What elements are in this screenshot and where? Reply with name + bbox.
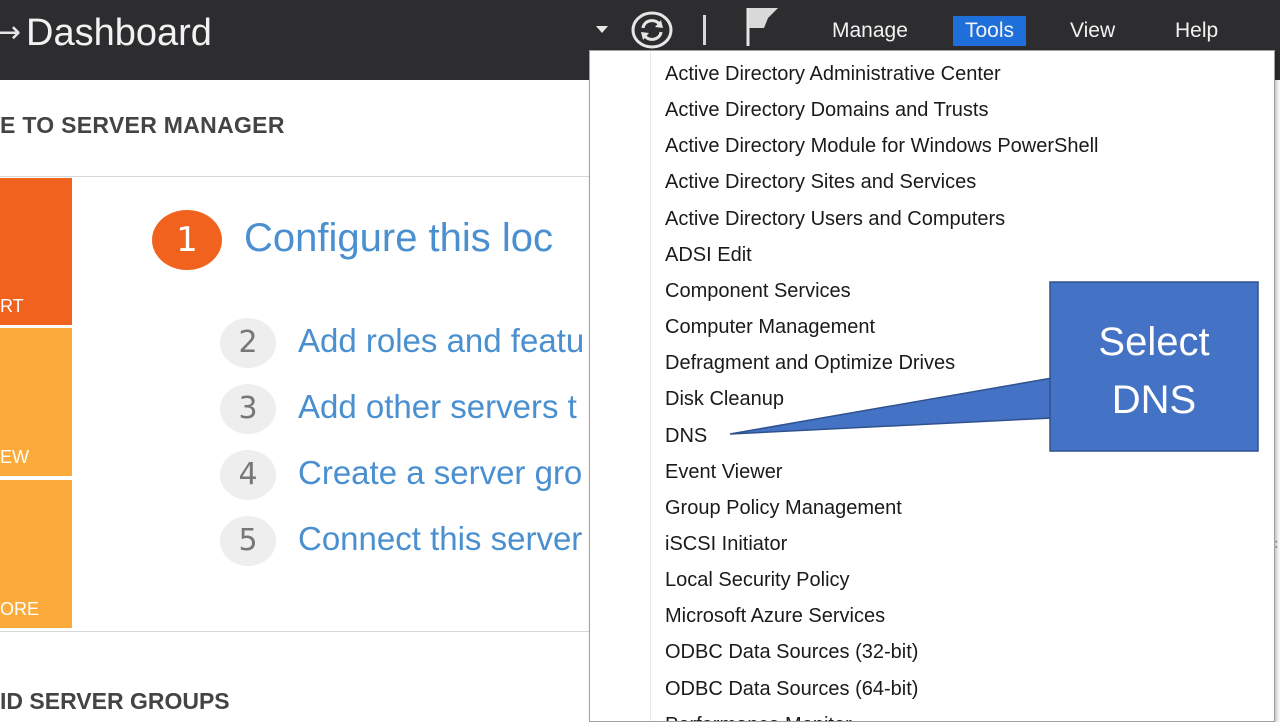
page-title: Dashboard (26, 12, 212, 54)
tools-menu-item[interactable]: ODBC Data Sources (64-bit) (665, 672, 918, 706)
step-link-add-servers[interactable]: Add other servers t (298, 388, 577, 426)
scroll-edge-mark: : (1274, 536, 1279, 552)
callout-text: Select DNS (1050, 313, 1258, 429)
menu-help[interactable]: Help (1163, 16, 1230, 46)
tools-menu-item[interactable]: Component Services (665, 274, 851, 308)
tile-quick-start[interactable]: RT (0, 178, 72, 325)
tools-menu-item[interactable]: Disk Cleanup (665, 382, 784, 416)
tools-menu-item[interactable]: iSCSI Initiator (665, 527, 787, 561)
step-number-1: 1 (152, 210, 222, 270)
tools-menu-item[interactable]: Group Policy Management (665, 491, 902, 525)
tools-menu-item[interactable]: Local Security Policy (665, 563, 850, 597)
tools-menu-item[interactable]: Microsoft Azure Services (665, 599, 885, 633)
tools-menu-item[interactable]: Defragment and Optimize Drives (665, 346, 955, 380)
welcome-heading: E TO SERVER MANAGER (0, 112, 285, 138)
callout-line-1: Select (1098, 320, 1210, 364)
step-link-create-group[interactable]: Create a server gro (298, 454, 582, 492)
menu-manage[interactable]: Manage (820, 16, 920, 46)
menu-view[interactable]: View (1058, 16, 1127, 46)
step-number-3: 3 (220, 384, 276, 434)
tile-label: RT (0, 296, 24, 316)
tools-menu-item[interactable]: Active Directory Users and Computers (665, 202, 1005, 236)
tools-menu-item[interactable]: Active Directory Module for Windows Powe… (665, 129, 1099, 163)
tools-menu-item[interactable]: Computer Management (665, 310, 875, 344)
tools-menu-item[interactable]: ODBC Data Sources (32-bit) (665, 635, 918, 669)
menu-gutter (650, 51, 651, 721)
step-number-2: 2 (220, 318, 276, 368)
back-arrow-icon[interactable]: → (0, 18, 21, 48)
tile-learn-more[interactable]: ORE (0, 480, 72, 628)
step-link-configure[interactable]: Configure this loc (244, 216, 553, 261)
tools-menu-item[interactable]: Active Directory Domains and Trusts (665, 93, 988, 127)
tile-whats-new[interactable]: EW (0, 328, 72, 476)
tools-menu-item[interactable]: DNS (665, 419, 707, 453)
step-link-add-roles[interactable]: Add roles and featu (298, 322, 584, 360)
tools-menu-item[interactable]: Active Directory Administrative Center (665, 57, 1001, 91)
toolbar-separator (703, 15, 706, 45)
tools-menu-item[interactable]: Event Viewer (665, 455, 782, 489)
tile-label: ORE (0, 599, 40, 619)
roles-groups-heading: ID SERVER GROUPS (0, 688, 230, 714)
step-number-4: 4 (220, 450, 276, 500)
menu-tools[interactable]: Tools (953, 16, 1027, 46)
tools-menu-item[interactable]: ADSI Edit (665, 238, 752, 272)
tools-menu-item[interactable]: Active Directory Sites and Services (665, 165, 976, 199)
step-number-5: 5 (220, 516, 276, 566)
dropdown-caret-icon[interactable] (596, 26, 608, 33)
callout-line-2: DNS (1111, 378, 1197, 422)
refresh-icon[interactable] (630, 11, 674, 49)
flag-icon[interactable] (744, 4, 782, 48)
step-link-connect-cloud[interactable]: Connect this server (298, 520, 582, 558)
tile-label: EW (0, 447, 29, 467)
